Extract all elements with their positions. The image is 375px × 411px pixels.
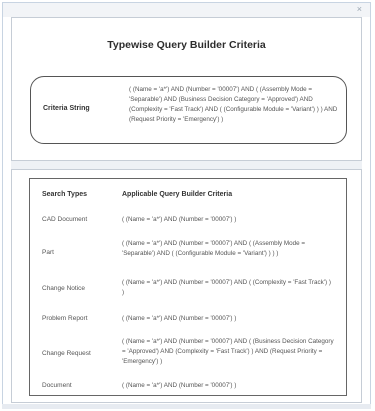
criteria-string-box: Criteria String ( (Name = 'a*') AND (Num…	[30, 76, 347, 144]
dialog-bottom-strip	[2, 404, 371, 409]
row-criteria-change-notice: ( (Name = 'a*') AND (Number = '00007') A…	[122, 279, 331, 296]
dialog-titlebar: ×	[3, 3, 370, 17]
row-type-problem-report: Problem Report	[42, 315, 88, 322]
row-criteria-change-request: ( (Name = 'a*') AND (Number = '00007') A…	[122, 338, 334, 365]
row-type-change-request: Change Request	[42, 350, 91, 357]
row-type-change-notice: Change Notice	[42, 285, 85, 292]
row-type-part: Part	[42, 249, 54, 256]
header-applicable-criteria: Applicable Query Builder Criteria	[122, 191, 233, 198]
criteria-panel: Typewise Query Builder Criteria Criteria…	[11, 17, 362, 161]
row-criteria-problem-report: ( (Name = 'a*') AND (Number = '00007') )	[122, 315, 237, 322]
header-search-types: Search Types	[42, 191, 88, 198]
search-types-panel: Search Types Applicable Query Builder Cr…	[11, 169, 362, 403]
panel-separator	[11, 161, 362, 169]
row-criteria-part: ( (Name = 'a*') AND (Number = '00007') A…	[122, 240, 306, 257]
row-criteria-cad-document: ( (Name = 'a*') AND (Number = '00007') )	[122, 216, 237, 223]
criteria-string-value: ( (Name = 'a*') AND (Number = '00007') A…	[129, 86, 338, 123]
dialog-title: Typewise Query Builder Criteria	[107, 39, 266, 51]
row-criteria-document: ( (Name = 'a*') AND (Number = '00007') )	[122, 382, 237, 389]
close-icon[interactable]: ×	[357, 4, 362, 14]
row-type-cad-document: CAD Document	[42, 216, 88, 223]
search-types-table: Search Types Applicable Query Builder Cr…	[29, 178, 347, 396]
row-type-document: Document	[42, 382, 72, 389]
criteria-string-label: Criteria String	[43, 105, 90, 112]
dialog-window: × Typewise Query Builder Criteria Criter…	[2, 2, 371, 407]
